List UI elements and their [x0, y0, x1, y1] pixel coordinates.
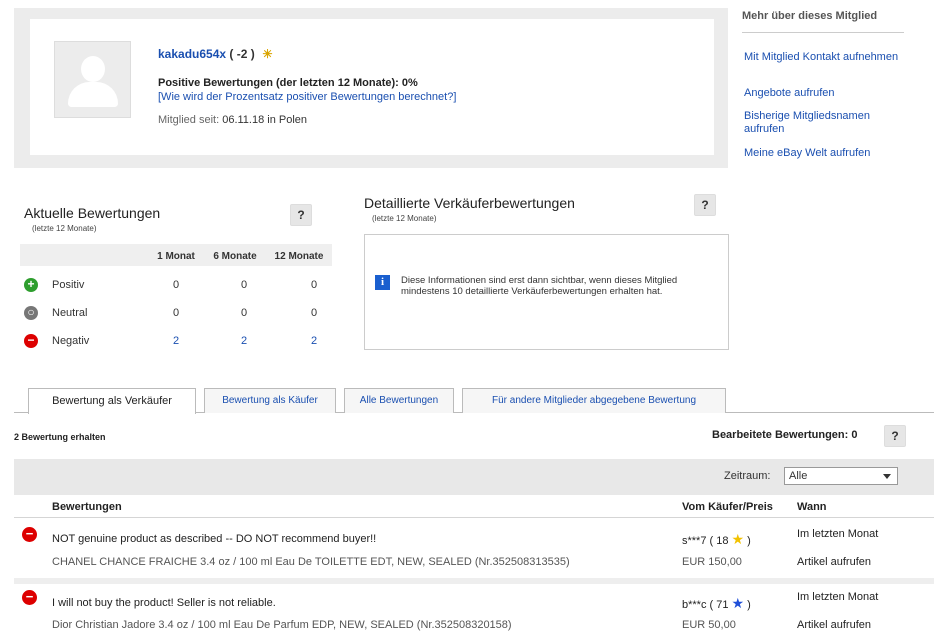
row-divider — [14, 578, 934, 584]
view-item-link[interactable]: Artikel aufrufen — [797, 556, 871, 568]
detailed-ratings-title: Detaillierte Verkäuferbewertungen — [364, 195, 575, 211]
neutral-12m: 0 — [310, 307, 318, 319]
feedback-received-count: 2 Bewertung erhalten — [14, 432, 106, 442]
negative-1m-link[interactable]: 2 — [156, 335, 196, 347]
sidebar-link-my-world[interactable]: Meine eBay Welt aufrufen — [744, 147, 904, 160]
current-feedback-subtitle: (letzte 12 Monate) — [32, 224, 97, 233]
detailed-ratings-help-button[interactable]: ? — [694, 194, 716, 216]
member-since-label: Mitglied seit: — [158, 114, 220, 126]
chevron-down-icon — [883, 474, 891, 479]
current-feedback-help-button[interactable]: ? — [290, 204, 312, 226]
star-icon: ★ — [731, 531, 745, 547]
positive-12m: 0 — [310, 279, 318, 291]
neutral-icon: ○ — [24, 306, 38, 320]
edited-feedback-help-button[interactable]: ? — [884, 425, 906, 447]
feedback-page: kakadu654x ( -2 ) ☀ Positive Bewertungen… — [0, 0, 948, 642]
buyer-id: s***7 ( 18 ★ ) — [682, 531, 751, 548]
username-line: kakadu654x ( -2 ) ☀ — [158, 47, 273, 61]
sidebar-divider — [742, 32, 904, 33]
sidebar-title: Mehr über dieses Mitglied — [742, 10, 878, 22]
positive-icon: + — [24, 278, 38, 292]
feedback-score: ( -2 ) — [229, 47, 255, 61]
buyer-score-close: ) — [747, 535, 751, 547]
col-1-month: 1 Monat — [157, 251, 195, 262]
buyer-score-close: ) — [747, 599, 751, 611]
negative-feedback-icon: − — [22, 590, 37, 605]
negative-12m-link[interactable]: 2 — [294, 335, 334, 347]
profile-card: kakadu654x ( -2 ) ☀ Positive Bewertungen… — [30, 19, 714, 155]
detailed-ratings-subtitle: (letzte 12 Monate) — [372, 214, 437, 223]
negative-6m-link[interactable]: 2 — [224, 335, 264, 347]
feedback-comment: NOT genuine product as described -- DO N… — [52, 533, 377, 545]
sidebar-link-previous-names[interactable]: Bisherige Mitgliedsnamen aufrufen — [744, 110, 904, 136]
col-6-months: 6 Monate — [213, 251, 257, 262]
table-header-divider — [14, 517, 934, 518]
feedback-time: Im letzten Monat — [797, 591, 879, 603]
current-feedback-title: Aktuelle Bewertungen — [24, 205, 161, 221]
member-since-value: 06.11.18 in Polen — [222, 114, 308, 126]
row-label-positive: Positiv — [52, 279, 85, 291]
item-price: EUR 50,00 — [682, 619, 736, 631]
detailed-ratings-info: Diese Informationen sind erst dann sicht… — [401, 275, 678, 297]
period-label: Zeitraum: — [724, 470, 771, 482]
col-12-months: 12 Monate — [274, 251, 324, 262]
tab-seller-feedback[interactable]: Bewertung als Verkäufer — [28, 388, 196, 414]
view-item-link[interactable]: Artikel aufrufen — [797, 619, 871, 631]
positive-percentage: Positive Bewertungen (der letzten 12 Mon… — [158, 77, 418, 89]
period-select[interactable]: Alle — [784, 467, 898, 485]
info-icon: i — [375, 275, 390, 290]
feedback-item-title: Dior Christian Jadore 3.4 oz / 100 ml Ea… — [52, 619, 512, 631]
calc-explanation-link[interactable]: [Wie wird der Prozentsatz positiver Bewe… — [158, 91, 456, 103]
profile-panel: kakadu654x ( -2 ) ☀ Positive Bewertungen… — [14, 8, 728, 168]
negative-icon: − — [24, 334, 38, 348]
avatar — [54, 41, 131, 118]
neutral-6m: 0 — [240, 307, 248, 319]
buyer-id: b***c ( 71 ★ ) — [682, 595, 751, 612]
feedback-item-title: CHANEL CHANCE FRAICHE 3.4 oz / 100 ml Ea… — [52, 556, 570, 568]
neutral-1m: 0 — [172, 307, 180, 319]
bulb-icon: ☀ — [262, 47, 273, 61]
header-feedback: Bewertungen — [52, 501, 122, 513]
member-since: Mitglied seit: 06.11.18 in Polen — [158, 114, 307, 126]
positive-6m: 0 — [240, 279, 248, 291]
buyer-name-link[interactable]: b***c ( 71 — [682, 599, 728, 611]
buyer-name-link[interactable]: s***7 ( 18 — [682, 535, 728, 547]
detailed-ratings-box: i Diese Informationen sind erst dann sic… — [364, 234, 729, 350]
period-selected-value: Alle — [789, 470, 808, 482]
avatar-body — [68, 82, 118, 107]
star-icon: ★ — [731, 595, 745, 611]
item-price: EUR 150,00 — [682, 556, 742, 568]
sidebar-link-contact[interactable]: Mit Mitglied Kontakt aufnehmen — [744, 51, 904, 64]
negative-feedback-icon: − — [22, 527, 37, 542]
row-label-neutral: Neutral — [52, 307, 88, 319]
header-buyer-price: Vom Käufer/Preis — [682, 501, 773, 513]
edited-feedback-count: Bearbeitete Bewertungen: 0 — [712, 429, 858, 441]
sidebar-link-listings[interactable]: Angebote aufrufen — [744, 87, 904, 100]
feedback-comment: I will not buy the product! Seller is no… — [52, 597, 276, 609]
tab-all-feedback[interactable]: Alle Bewertungen — [344, 388, 454, 413]
positive-1m: 0 — [172, 279, 180, 291]
tab-buyer-feedback[interactable]: Bewertung als Käufer — [204, 388, 336, 413]
header-when: Wann — [797, 501, 827, 513]
feedback-time: Im letzten Monat — [797, 528, 879, 540]
avatar-head — [81, 56, 105, 82]
username-link[interactable]: kakadu654x — [158, 47, 226, 61]
row-label-negative: Negativ — [52, 335, 90, 347]
tab-left-for-others[interactable]: Für andere Mitglieder abgegebene Bewertu… — [462, 388, 726, 413]
